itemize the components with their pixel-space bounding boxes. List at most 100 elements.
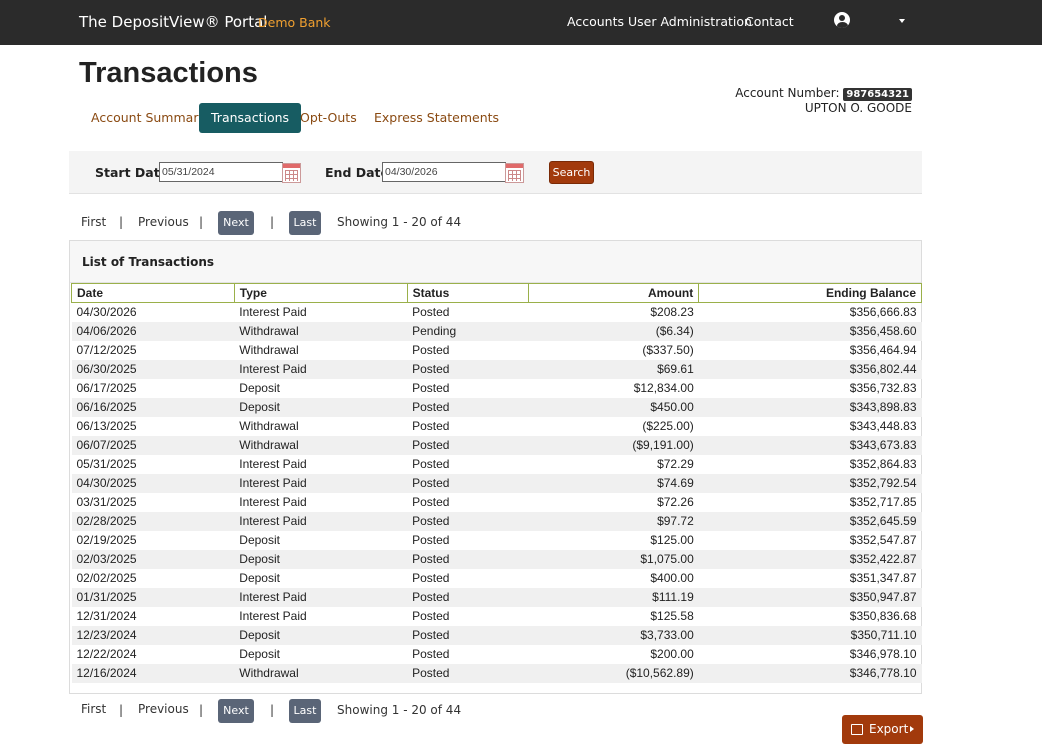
pager-separator: | [119,215,124,229]
account-number-badge: 987654321 [843,88,912,101]
cell-date: 05/31/2025 [76,457,137,471]
cell-type: Withdrawal [239,419,299,433]
cell-ending-balance: $356,802.44 [698,359,922,379]
user-menu-caret-icon[interactable] [899,19,905,23]
cell-status: Posted [407,587,529,607]
cell-type: Deposit [239,381,280,395]
export-button[interactable]: Export [842,715,923,744]
pager-previous[interactable]: Previous [138,215,189,229]
cell-status: Posted [412,533,450,547]
cell-ending-balance: $352,422.87 [698,549,922,569]
page-title: Transactions [79,57,258,89]
cell-ending-balance: $350,836.68 [849,609,917,623]
cell-ending-balance: $351,347.87 [849,571,917,585]
start-date-input[interactable] [159,162,283,182]
end-date-input[interactable] [382,162,506,182]
col-header-status[interactable]: Status [406,283,530,303]
cell-ending-balance: $343,673.83 [698,435,922,455]
cell-amount: ($6.34) [528,321,699,341]
cell-amount: $97.72 [528,511,699,531]
pager-first[interactable]: First [81,215,106,229]
nav-accounts[interactable]: Accounts [567,14,624,29]
cell-type: Deposit [239,533,280,547]
cell-type: Deposit [239,571,280,585]
cell-type: Withdrawal [234,435,408,455]
cell-date: 12/23/2024 [71,625,235,645]
bank-name: Demo Bank [258,15,331,30]
table-row: 07/12/2025 Withdrawal Posted ($337.50) $356,… [72,341,922,360]
cell-status: Posted [407,473,529,493]
col-header-ending-balance[interactable]: Ending Balance [698,283,922,303]
cell-date: 06/13/2025 [76,419,137,433]
cell-amount: $3,733.00 [528,625,699,645]
pager-top: First | Previous | Next | Last Showing 1… [0,211,600,235]
search-button[interactable]: Search [549,161,594,184]
cell-amount: $450.00 [528,397,699,417]
tab-express-statements[interactable]: Express Statements [374,103,499,133]
cell-date: 02/02/2025 [76,571,137,585]
col-header-type[interactable]: Type [233,283,408,303]
cell-amount: $72.26 [657,495,694,509]
pager-info: Showing 1 - 20 of 44 [337,703,462,717]
nav-user-administration[interactable]: User Administration [628,14,752,29]
cell-date: 04/30/2025 [71,473,235,493]
cell-status: Posted [407,511,529,531]
pager-first[interactable]: First [81,702,106,716]
cell-date: 03/31/2025 [76,495,137,509]
brand-name[interactable]: The DepositView® Portal [79,13,267,31]
cell-status: Posted [412,305,450,320]
user-circle-icon[interactable] [834,12,850,28]
cell-amount: $74.69 [528,473,699,493]
table-row: 02/02/2025 Deposit Posted $400.00 $351,347.8… [72,569,922,588]
tab-opt-outs[interactable]: Opt-Outs [300,103,357,133]
cell-date: 12/22/2024 [76,647,137,661]
cell-type: Deposit [234,625,408,645]
table-row: 06/07/2025 Withdrawal Posted ($9,191.00) $34… [71,435,922,455]
col-header-date[interactable]: Date [71,283,235,303]
cell-status: Pending [407,321,529,341]
table-row: 01/31/2025 Interest Paid Posted $111.19 $350… [71,587,922,607]
cell-status: Posted [412,495,450,509]
cell-amount: ($337.50) [642,343,694,357]
table-row: 02/28/2025 Interest Paid Posted $97.72 $352,… [71,511,922,531]
cell-type: Deposit [234,549,408,569]
table-row: 06/30/2025 Interest Paid Posted $69.61 $356,… [71,359,922,379]
table-body: 04/30/2026 Interest Paid Posted $208.23 $356… [71,303,922,683]
cell-status: Posted [407,549,529,569]
cell-amount: $1,075.00 [528,549,699,569]
pager-previous[interactable]: Previous [138,702,189,716]
cell-date: 06/30/2025 [71,359,235,379]
cell-status: Posted [407,435,529,455]
pager-next-button[interactable]: Next [218,211,254,235]
cell-status: Posted [412,571,450,585]
cell-date: 12/31/2024 [76,609,137,623]
pager-info: Showing 1 - 20 of 44 [337,215,462,229]
pager-last-button[interactable]: Last [289,211,321,235]
pager-last-button[interactable]: Last [289,699,321,723]
nav-contact[interactable]: Contact [745,14,794,29]
cell-amount: $200.00 [650,647,694,661]
cell-ending-balance: $343,448.83 [849,419,917,433]
table-row: 12/31/2024 Interest Paid Posted $125.58 $350… [72,607,922,626]
calendar-icon[interactable] [282,163,301,183]
cell-type: Deposit [234,397,408,417]
tab-account-summary[interactable]: Account Summary [91,103,206,133]
cell-type: Interest Paid [234,359,408,379]
cell-ending-balance: $352,547.87 [849,533,917,547]
date-filter-bar: Start Date End Date Search [69,151,922,194]
cell-date: 02/19/2025 [76,533,137,547]
col-header-amount[interactable]: Amount [528,283,700,303]
cell-ending-balance: $350,947.87 [698,587,922,607]
cell-type: Withdrawal [234,663,408,683]
cell-type: Interest Paid [234,511,408,531]
account-number-label: Account Number: [735,86,840,100]
cell-status: Posted [412,647,450,661]
export-label: Export [869,722,909,736]
cell-amount: $12,834.00 [633,381,694,395]
calendar-icon[interactable] [505,163,524,183]
cell-ending-balance: $356,464.94 [849,343,917,357]
pager-next-button[interactable]: Next [218,699,254,723]
tab-transactions[interactable]: Transactions [199,103,302,133]
table-row: 06/16/2025 Deposit Posted $450.00 $343,898.8… [71,397,922,417]
cell-amount: $208.23 [650,305,694,320]
